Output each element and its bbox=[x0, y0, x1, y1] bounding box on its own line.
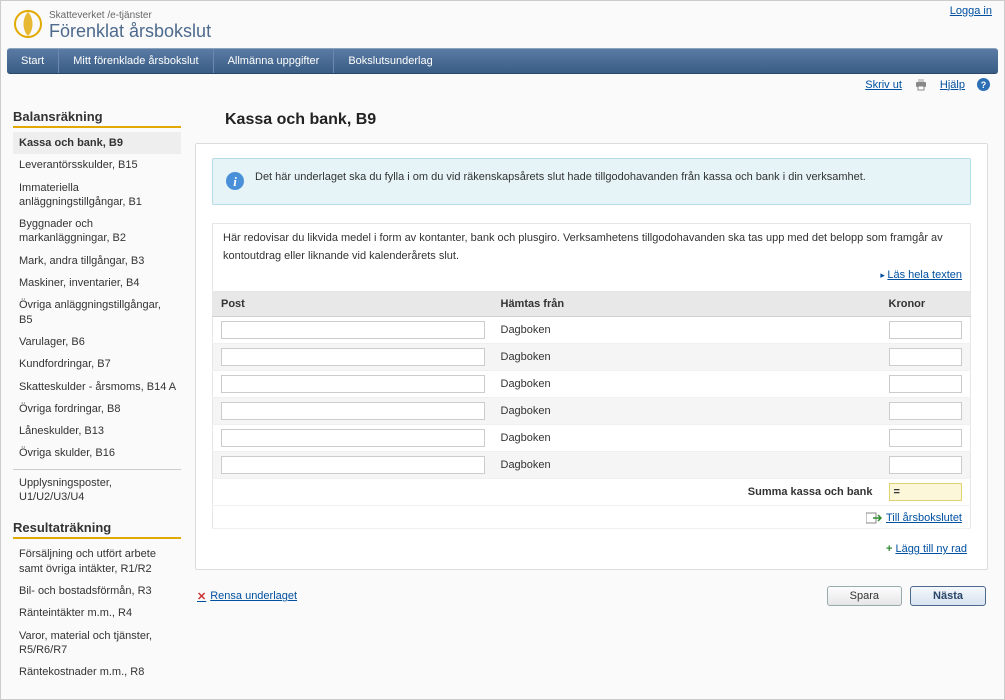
nav-allmanna[interactable]: Allmänna uppgifter bbox=[214, 49, 335, 73]
sidebar-resultat-item[interactable]: Ränteintäkter m.m., R4 bbox=[13, 602, 181, 624]
table-row: Dagboken bbox=[213, 452, 971, 479]
kronor-input[interactable] bbox=[889, 375, 963, 393]
clear-icon: ✕ bbox=[197, 590, 206, 603]
info-text: Det här underlaget ska du fylla i om du … bbox=[255, 169, 866, 186]
col-kronor: Kronor bbox=[881, 292, 971, 317]
sidebar-balans-item[interactable]: Övriga fordringar, B8 bbox=[13, 398, 181, 420]
sidebar-balans-item[interactable]: Mark, andra tillgångar, B3 bbox=[13, 250, 181, 272]
from-cell: Dagboken bbox=[493, 371, 881, 398]
sidebar-balans-item[interactable]: Skatteskulder - årsmoms, B14 A bbox=[13, 376, 181, 398]
sidebar-balans-item[interactable]: Kassa och bank, B9 bbox=[13, 132, 181, 154]
table-row: Dagboken bbox=[213, 425, 971, 452]
post-input[interactable] bbox=[221, 456, 485, 474]
info-icon: i bbox=[225, 171, 245, 194]
from-cell: Dagboken bbox=[493, 425, 881, 452]
print-icon[interactable] bbox=[914, 78, 928, 91]
sidebar-balans-item[interactable]: Låneskulder, B13 bbox=[13, 420, 181, 442]
sidebar-list-balans: Kassa och bank, B9Leverantörsskulder, B1… bbox=[13, 132, 181, 508]
brand: Skatteverket /e-tjänster Förenklat årsbo… bbox=[9, 5, 211, 46]
page-title: Kassa och bank, B9 bbox=[195, 101, 988, 143]
from-cell: Dagboken bbox=[493, 452, 881, 479]
login-link[interactable]: Logga in bbox=[950, 5, 996, 17]
sub-bar: Skriv ut Hjälp ? bbox=[1, 74, 1004, 95]
read-more-link[interactable]: Läs hela texten bbox=[212, 269, 971, 292]
print-link[interactable]: Skriv ut bbox=[865, 79, 902, 91]
kronor-input[interactable] bbox=[889, 321, 963, 339]
kronor-input[interactable] bbox=[889, 348, 963, 366]
sidebar-heading-resultat: Resultaträkning bbox=[13, 520, 181, 539]
col-from: Hämtas från bbox=[493, 292, 881, 317]
kronor-input[interactable] bbox=[889, 402, 963, 420]
table-row: Dagboken bbox=[213, 344, 971, 371]
main-nav: Start Mitt förenklade årsbokslut Allmänn… bbox=[7, 48, 998, 74]
post-input[interactable] bbox=[221, 348, 485, 366]
post-input[interactable] bbox=[221, 429, 485, 447]
add-row-link[interactable]: Lägg till ny rad bbox=[895, 543, 967, 555]
save-button[interactable]: Spara bbox=[827, 586, 902, 606]
nav-bokslut[interactable]: Bokslutsunderlag bbox=[334, 49, 446, 73]
goto-arsbokslut-link[interactable]: Till årsbokslutet bbox=[866, 512, 962, 524]
kronor-input[interactable] bbox=[889, 429, 963, 447]
sidebar-heading-balans: Balansräkning bbox=[13, 109, 181, 128]
sidebar-resultat-item[interactable]: Räntekostnader m.m., R8 bbox=[13, 661, 181, 683]
data-table: Post Hämtas från Kronor DagbokenDagboken… bbox=[212, 292, 971, 529]
brand-line1: Skatteverket /e-tjänster bbox=[49, 10, 211, 21]
sidebar-balans-item[interactable]: Maskiner, inventarier, B4 bbox=[13, 272, 181, 294]
sum-label: Summa kassa och bank bbox=[493, 479, 881, 506]
add-row-container: + Lägg till ny rad bbox=[212, 529, 971, 555]
col-post: Post bbox=[213, 292, 493, 317]
clear-link[interactable]: ✕ Rensa underlaget bbox=[197, 590, 297, 603]
from-cell: Dagboken bbox=[493, 344, 881, 371]
post-input[interactable] bbox=[221, 375, 485, 393]
sidebar-balans-item[interactable]: Övriga anläggningstillgångar, B5 bbox=[13, 294, 181, 331]
info-box: i Det här underlaget ska du fylla i om d… bbox=[212, 158, 971, 205]
post-input[interactable] bbox=[221, 321, 485, 339]
help-link[interactable]: Hjälp bbox=[940, 79, 965, 91]
top-bar: Skatteverket /e-tjänster Förenklat årsbo… bbox=[1, 1, 1004, 46]
table-row: Dagboken bbox=[213, 398, 971, 425]
sum-value: = bbox=[889, 483, 963, 501]
sidebar-balans-item[interactable]: Byggnader och markanläggningar, B2 bbox=[13, 213, 181, 250]
from-cell: Dagboken bbox=[493, 317, 881, 344]
sidebar-balans-item[interactable]: Immateriella anläggningstillgångar, B1 bbox=[13, 177, 181, 214]
plus-icon: + bbox=[886, 543, 892, 555]
help-icon[interactable]: ? bbox=[977, 78, 990, 91]
svg-text:i: i bbox=[233, 174, 237, 189]
sidebar-balans-item[interactable]: Upplysningsposter, U1/U2/U3/U4 bbox=[13, 469, 181, 509]
sidebar-resultat-item[interactable]: Försäljning och utfört arbete samt övrig… bbox=[13, 543, 181, 580]
table-row: Dagboken bbox=[213, 371, 971, 398]
kronor-input[interactable] bbox=[889, 456, 963, 474]
next-button[interactable]: Nästa bbox=[910, 586, 986, 606]
sidebar-resultat-item[interactable]: Bil- och bostadsförmån, R3 bbox=[13, 580, 181, 602]
sidebar-balans-item[interactable]: Varulager, B6 bbox=[13, 331, 181, 353]
brand-line2: Förenklat årsbokslut bbox=[49, 21, 211, 42]
sidebar-resultat-item[interactable]: Varor, material och tjänster, R5/R6/R7 bbox=[13, 625, 181, 662]
sidebar-balans-item[interactable]: Kundfordringar, B7 bbox=[13, 353, 181, 375]
sidebar-list-resultat: Försäljning och utfört arbete samt övrig… bbox=[13, 543, 181, 683]
main-panel: Kassa och bank, B9 i Det här underlaget … bbox=[185, 101, 998, 610]
sidebar-balans-item[interactable]: Leverantörsskulder, B15 bbox=[13, 154, 181, 176]
description-text: Här redovisar du likvida medel i form av… bbox=[212, 223, 971, 269]
table-row: Dagboken bbox=[213, 317, 971, 344]
sidebar-balans-item[interactable]: Övriga skulder, B16 bbox=[13, 442, 181, 464]
nav-mitt[interactable]: Mitt förenklade årsbokslut bbox=[59, 49, 213, 73]
nav-start[interactable]: Start bbox=[7, 49, 59, 73]
goto-icon bbox=[866, 512, 882, 524]
post-input[interactable] bbox=[221, 402, 485, 420]
from-cell: Dagboken bbox=[493, 398, 881, 425]
footer-row: ✕ Rensa underlaget Spara Nästa bbox=[195, 570, 988, 610]
logo-icon bbox=[13, 9, 43, 42]
sidebar: Balansräkning Kassa och bank, B9Leverant… bbox=[7, 101, 185, 687]
